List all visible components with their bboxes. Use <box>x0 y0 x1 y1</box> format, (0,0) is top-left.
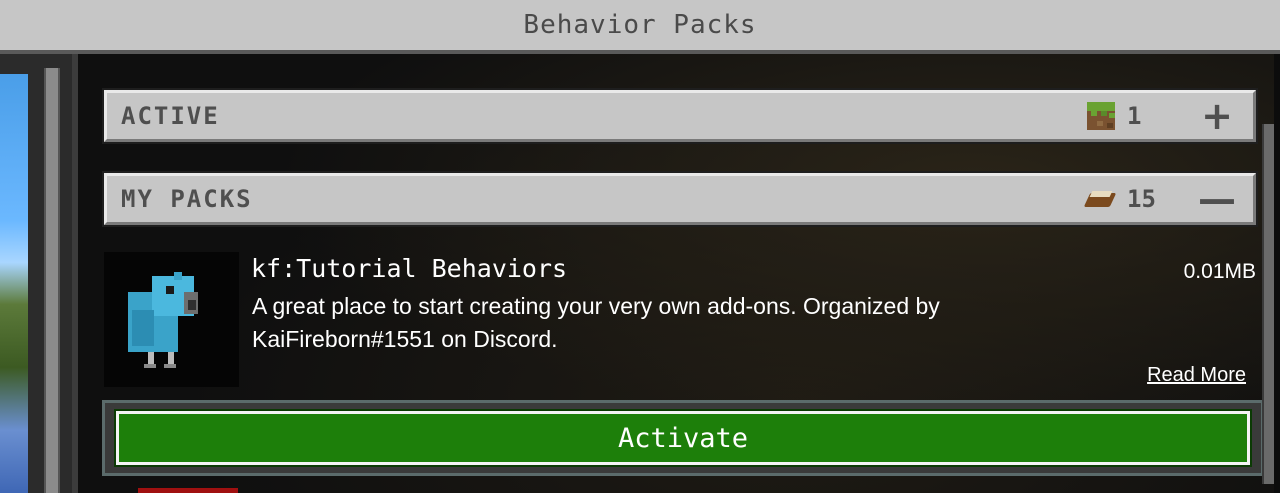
packs-panel: ACTIVE 1 + MY PACKS 15 — kf:Tutorial Beh… <box>72 54 1274 493</box>
activate-button[interactable]: Activate <box>114 409 1252 467</box>
collapse-my-packs-button[interactable]: — <box>1187 179 1247 219</box>
left-scrollbar[interactable] <box>44 68 60 493</box>
pack-description: A great place to start creating your ver… <box>252 293 940 352</box>
right-scrollbar[interactable] <box>1262 124 1274 484</box>
read-more-link[interactable]: Read More <box>1147 364 1246 387</box>
world-preview-strip <box>0 54 72 493</box>
my-packs-count: 15 <box>1127 185 1156 213</box>
plus-icon: + <box>1201 94 1233 138</box>
window-title: Behavior Packs <box>523 10 757 40</box>
pack-name: kf:Tutorial Behaviors <box>251 254 568 283</box>
pack-item[interactable]: kf:Tutorial Behaviors A great place to s… <box>104 252 1264 392</box>
parrot-icon <box>128 272 198 368</box>
activate-button-frame: Activate <box>102 400 1264 476</box>
active-count: 1 <box>1127 102 1142 130</box>
pack-thumbnail <box>104 252 239 387</box>
section-active[interactable]: ACTIVE 1 + <box>102 88 1258 144</box>
section-active-label: ACTIVE <box>121 102 220 130</box>
minus-icon: — <box>1198 177 1236 221</box>
grass-block-icon <box>1087 102 1115 130</box>
next-pack-thumbnail-partial <box>138 488 238 493</box>
activate-button-label: Activate <box>617 422 749 454</box>
section-my-packs[interactable]: MY PACKS 15 — <box>102 171 1258 227</box>
title-bar: Behavior Packs <box>0 0 1280 54</box>
book-icon <box>1085 187 1115 211</box>
world-preview-image <box>0 74 28 493</box>
section-my-packs-label: MY PACKS <box>121 185 253 213</box>
expand-active-button[interactable]: + <box>1187 96 1247 136</box>
pack-size: 0.01MB <box>1183 260 1256 283</box>
